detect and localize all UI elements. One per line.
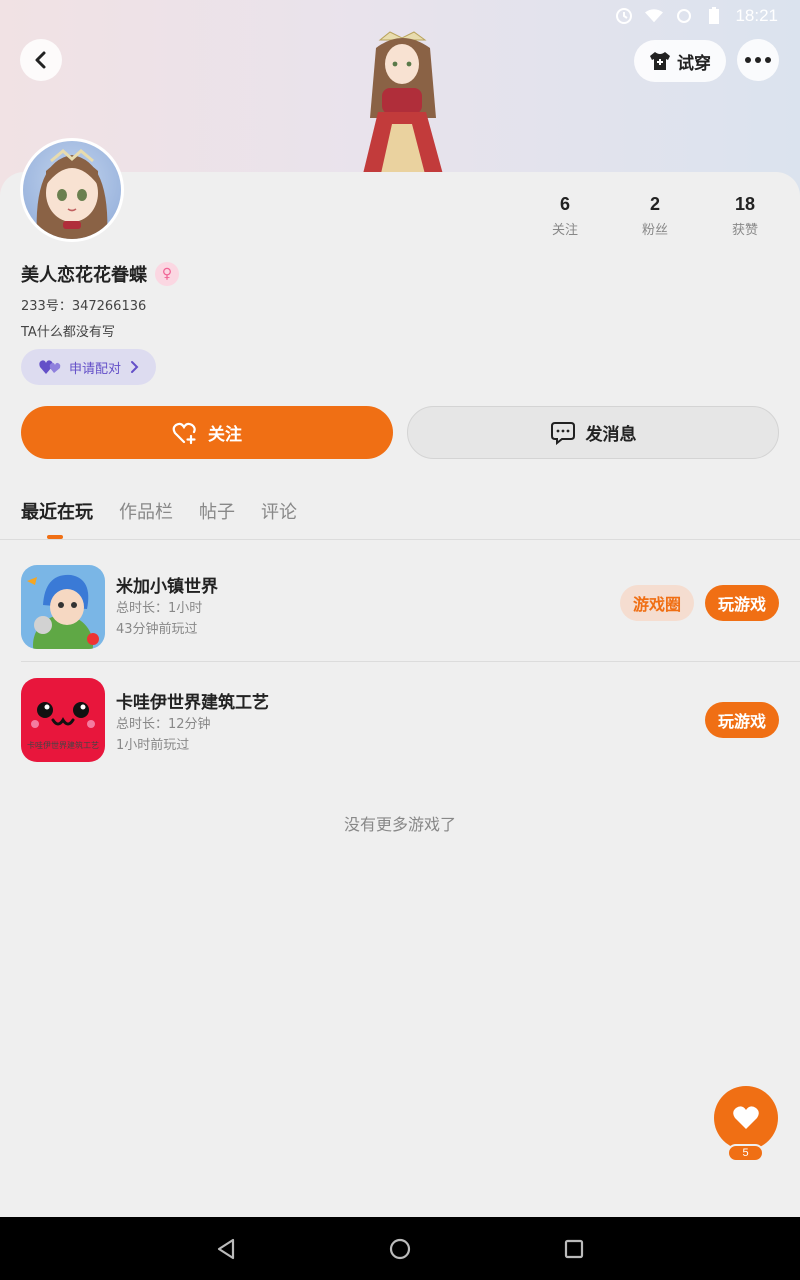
- stat-number: 18: [734, 194, 756, 214]
- list-end-message: 没有更多游戏了: [343, 815, 456, 834]
- like-fab[interactable]: [714, 1086, 778, 1150]
- more-button[interactable]: [737, 39, 779, 81]
- tab-works[interactable]: 作品栏: [119, 498, 173, 524]
- try-on-button[interactable]: 试穿: [634, 40, 726, 82]
- chevron-left-icon: [35, 51, 46, 69]
- battery-icon: [705, 7, 723, 25]
- game-last-played: 43分钟前玩过: [116, 622, 198, 637]
- nav-back-button[interactable]: [214, 1237, 238, 1261]
- try-on-label: 试穿: [677, 53, 711, 74]
- circle-home-icon: [389, 1238, 411, 1259]
- game-duration: 总时长：1小时: [116, 601, 203, 616]
- game-title: 米加小镇世界: [116, 577, 218, 597]
- clock: 18:21: [735, 6, 778, 25]
- tab-recently-played[interactable]: 最近在玩: [21, 498, 93, 524]
- like-count-badge: 5: [727, 1144, 764, 1162]
- list-item[interactable]: 米加小镇世界 总时长：1小时 43分钟前玩过 游戏圈 玩游戏: [0, 555, 800, 655]
- sync-icon: [615, 7, 633, 25]
- game-last-played: 1小时前玩过: [116, 738, 190, 753]
- no-sim-icon: [675, 7, 693, 25]
- avatar-3d-figure: [340, 28, 465, 178]
- profile-tabs: 最近在玩 作品栏 帖子 评论: [21, 498, 297, 524]
- hearts-icon: [39, 360, 61, 374]
- tab-posts[interactable]: 帖子: [199, 498, 235, 524]
- nav-home-button[interactable]: [388, 1237, 412, 1261]
- stat-followers[interactable]: 2 粉丝: [610, 194, 700, 238]
- tab-comments[interactable]: 评论: [261, 498, 297, 524]
- user-bio: TA什么都没有写: [21, 325, 115, 340]
- chat-bubble-icon: [550, 421, 575, 445]
- female-icon: ♀: [155, 262, 179, 286]
- stat-label: 关注: [551, 223, 578, 238]
- row-divider: [21, 661, 800, 662]
- stat-following[interactable]: 6 关注: [520, 194, 610, 238]
- apply-pair-button[interactable]: 申请配对: [21, 349, 156, 385]
- stat-label: 获赞: [731, 223, 758, 238]
- stat-number: 6: [559, 194, 570, 214]
- stat-number: 2: [649, 194, 660, 214]
- more-dots-icon: [745, 57, 771, 63]
- user-id: 233号：347266136: [21, 299, 147, 314]
- status-bar: 18:21: [615, 6, 778, 26]
- shirt-icon: [650, 52, 670, 70]
- system-nav-bar: [0, 1217, 800, 1280]
- wifi-icon: [645, 7, 664, 25]
- square-recents-icon: [564, 1239, 584, 1258]
- username-row: 美人恋花花眷蝶 ♀: [21, 261, 179, 287]
- back-button[interactable]: [20, 39, 62, 81]
- follow-label: 关注: [208, 425, 242, 445]
- heart-plus-icon: [172, 422, 196, 444]
- send-message-label: 发消息: [585, 425, 637, 445]
- follow-button[interactable]: 关注: [21, 406, 393, 459]
- play-game-button[interactable]: 玩游戏: [705, 585, 779, 621]
- heart-icon: [733, 1106, 759, 1129]
- game-icon-caption: 卡哇伊世界建筑工艺: [27, 740, 99, 750]
- send-message-button[interactable]: 发消息: [407, 406, 779, 459]
- tabs-divider: [0, 539, 800, 540]
- triangle-back-icon: [217, 1238, 235, 1259]
- game-duration: 总时长：12分钟: [116, 717, 211, 732]
- profile-stats: 6 关注 2 粉丝 18 获赞: [520, 194, 790, 238]
- avatar[interactable]: [20, 138, 124, 242]
- apply-pair-label: 申请配对: [69, 361, 122, 377]
- play-game-button[interactable]: 玩游戏: [705, 702, 779, 738]
- game-circle-button[interactable]: 游戏圈: [620, 585, 694, 621]
- chevron-right-icon: [131, 361, 139, 373]
- game-icon: 卡哇伊世界建筑工艺: [21, 678, 105, 762]
- stat-likes[interactable]: 18 获赞: [700, 194, 790, 238]
- username: 美人恋花花眷蝶: [21, 265, 147, 286]
- game-title: 卡哇伊世界建筑工艺: [116, 693, 269, 713]
- list-item[interactable]: 卡哇伊世界建筑工艺 卡哇伊世界建筑工艺 总时长：12分钟 1小时前玩过 玩游戏: [0, 670, 800, 770]
- nav-recents-button[interactable]: [562, 1237, 586, 1261]
- stat-label: 粉丝: [641, 223, 668, 238]
- game-icon: [21, 565, 105, 649]
